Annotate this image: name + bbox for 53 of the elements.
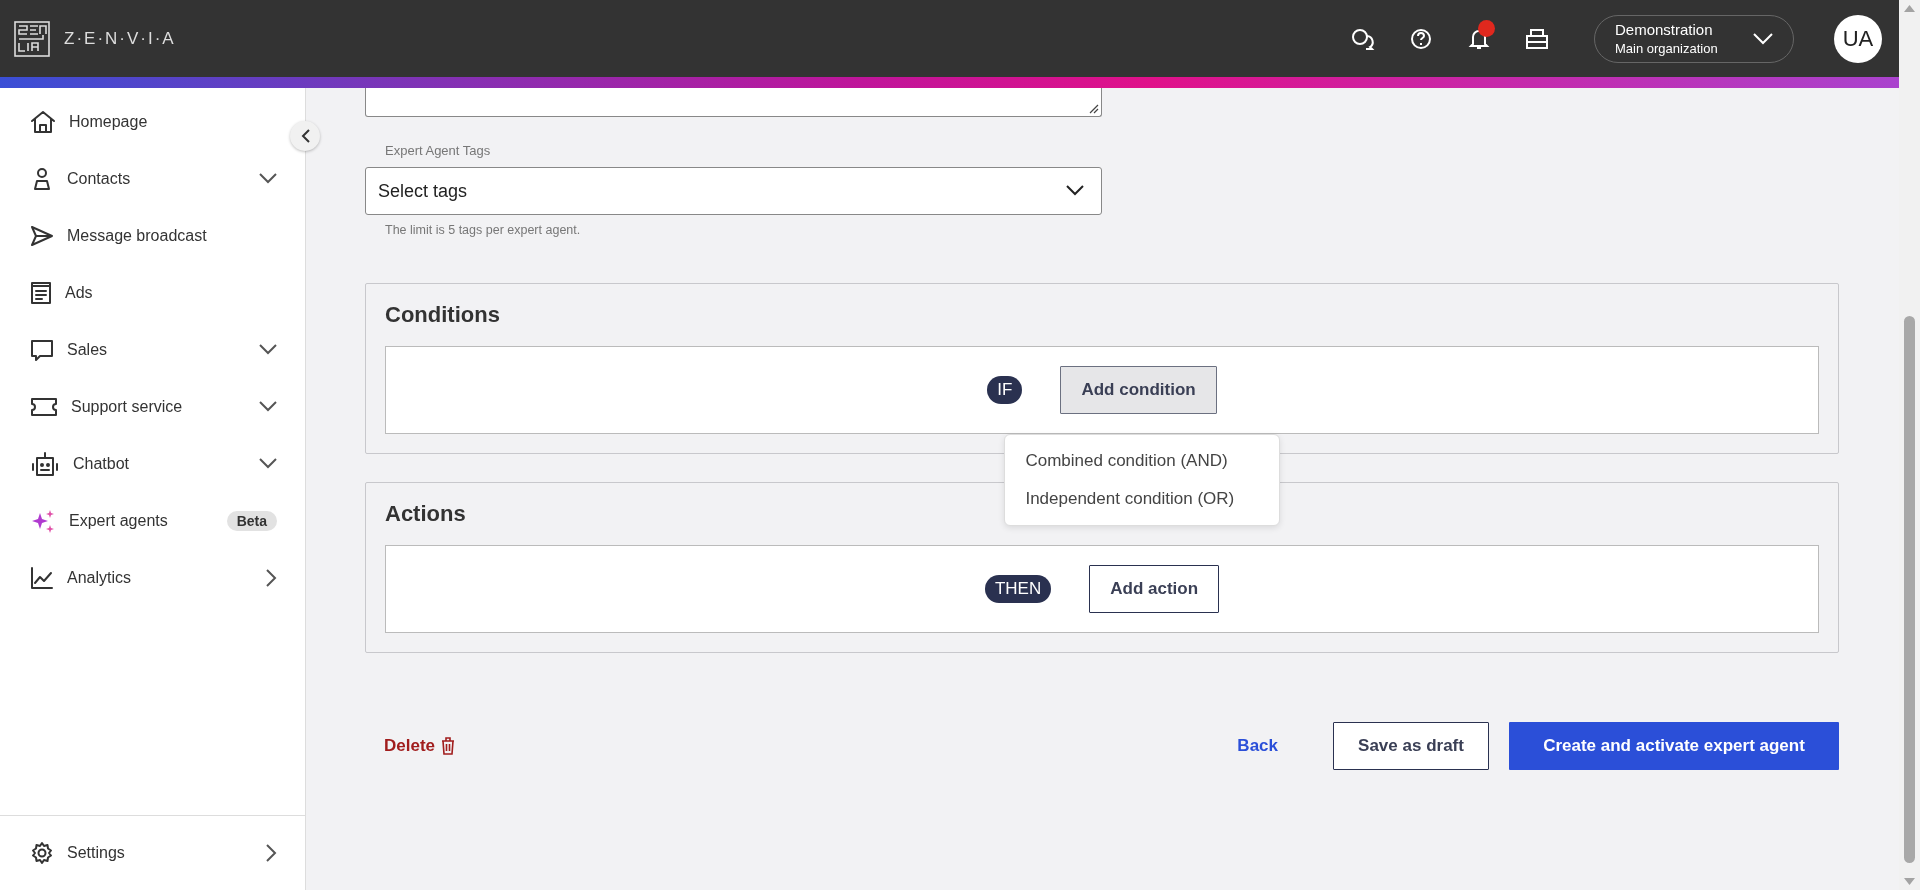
- sidebar-item[interactable]: Sales: [0, 321, 289, 378]
- chevron-right-icon: [266, 844, 277, 862]
- home-icon: [30, 109, 56, 134]
- back-link[interactable]: Back: [1237, 736, 1278, 756]
- settings-icon: [30, 841, 54, 865]
- create-button[interactable]: Create and activate expert agent: [1509, 722, 1839, 770]
- delete-button[interactable]: Delete: [384, 736, 456, 756]
- hint-text: The limit is 5 tags per expert agent.: [384, 223, 582, 237]
- save-draft-button[interactable]: Save as draft: [1333, 722, 1489, 770]
- chevron-down-icon: [259, 344, 277, 355]
- ticket-icon: [30, 395, 58, 418]
- robot-icon: [30, 450, 60, 477]
- text-area[interactable]: [365, 88, 1102, 117]
- beta-badge: Beta: [226, 510, 277, 531]
- operator-badge: IF: [987, 376, 1023, 404]
- help-icon: [1410, 27, 1432, 50]
- field-label: Expert Agent Tags: [384, 143, 492, 158]
- chevron-down-icon: [1066, 185, 1084, 196]
- document-icon: [30, 280, 52, 305]
- user-avatar[interactable]: UA: [1834, 14, 1882, 63]
- sidebar-item[interactable]: Homepage: [0, 93, 289, 150]
- send-icon: [30, 223, 54, 248]
- sidebar-item[interactable]: Ads: [0, 264, 289, 321]
- speech-bubble-icon: [30, 337, 54, 362]
- operator-badge: THEN: [984, 575, 1052, 603]
- menu-item[interactable]: Independent condition (OR): [1005, 480, 1280, 518]
- line-chart-icon: [30, 565, 54, 590]
- chevron-left-icon: [300, 129, 310, 143]
- add-button[interactable]: Add condition: [1060, 366, 1217, 414]
- add-button[interactable]: Add action: [1089, 565, 1220, 613]
- collapse-button[interactable]: [290, 121, 320, 151]
- section-title: Conditions: [385, 301, 500, 329]
- chat-bubbles-icon: [1350, 27, 1376, 50]
- chevron-down-icon: [259, 458, 277, 469]
- sidebar-item[interactable]: Settings: [0, 824, 289, 882]
- chevron-down-icon: [259, 173, 277, 184]
- trash-icon: [441, 737, 456, 755]
- logo-icon: [14, 20, 50, 57]
- sidebar-item[interactable]: Analytics: [0, 549, 289, 606]
- section-title: Actions: [385, 500, 466, 528]
- sidebar-item[interactable]: Expert agents Beta: [0, 492, 289, 549]
- sidebar-item[interactable]: Contacts: [0, 150, 289, 207]
- printer-icon: [1525, 27, 1549, 50]
- menu-item[interactable]: Combined condition (AND): [1005, 442, 1280, 480]
- chevron-down-icon: [259, 401, 277, 412]
- tags-select[interactable]: Select tags: [365, 167, 1102, 215]
- resize-handle-icon: [1089, 104, 1099, 114]
- chevron-down-icon: [1753, 32, 1773, 45]
- logo-text: Z·E·N·V·I·A: [64, 28, 176, 49]
- chevron-right-icon: [266, 568, 277, 587]
- sidebar-item[interactable]: Support service: [0, 378, 289, 435]
- sidebar-item[interactable]: Message broadcast: [0, 207, 289, 264]
- sidebar-item[interactable]: Chatbot: [0, 435, 289, 492]
